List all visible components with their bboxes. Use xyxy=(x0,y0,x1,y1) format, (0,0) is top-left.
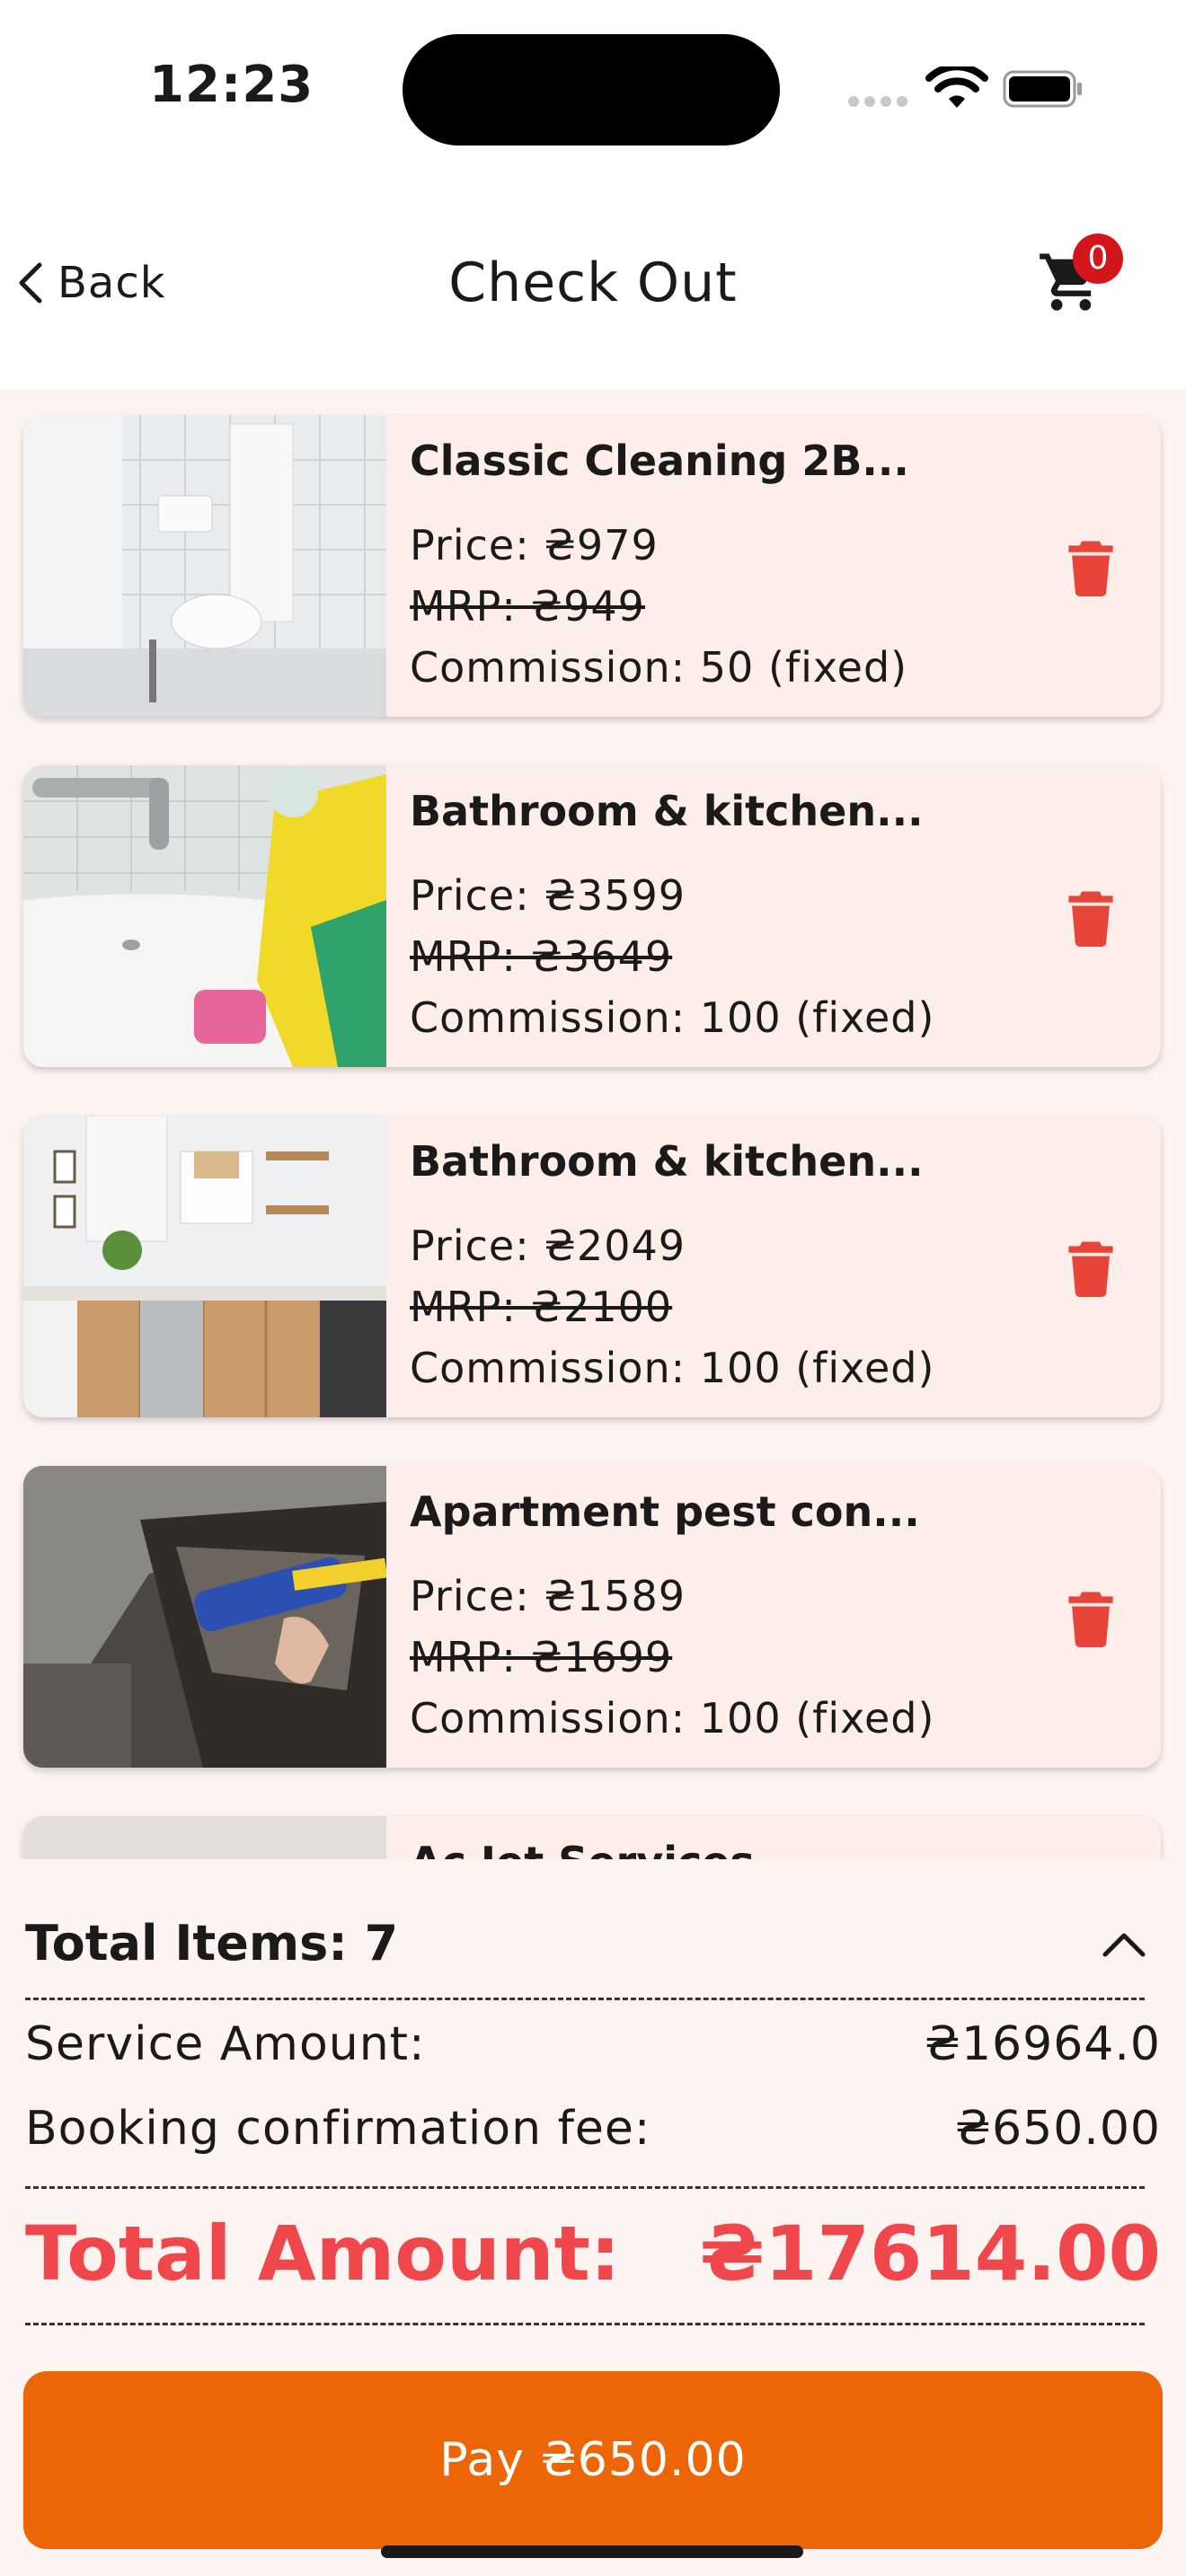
service-image-bathroom xyxy=(23,415,386,717)
divider xyxy=(25,2323,1145,2325)
delete-icon[interactable] xyxy=(1064,1239,1118,1297)
service-image-pest-control xyxy=(23,1466,386,1768)
item-price: Price: ₴979 xyxy=(410,521,659,569)
item-title: Bathroom & kitchen... xyxy=(410,1137,924,1186)
cart-item-list[interactable]: Classic Cleaning 2B... Price: ₴979 MRP: … xyxy=(0,390,1186,1863)
order-summary-panel: Total Items: 7 Service Amount: ₴16964.0 … xyxy=(0,1859,1186,2576)
item-price: Price: ₴2049 xyxy=(410,1222,686,1270)
item-title: Bathroom & kitchen... xyxy=(410,787,924,835)
item-mrp: MRP: ₴2100 xyxy=(410,1283,673,1331)
pay-button[interactable]: Pay ₴650.00 xyxy=(23,2371,1163,2549)
cart-item-card[interactable]: Bathroom & kitchen... Price: ₴3599 MRP: … xyxy=(23,765,1161,1067)
status-time: 12:23 xyxy=(149,56,314,114)
item-mrp: MRP: ₴1699 xyxy=(410,1633,673,1681)
wifi-icon xyxy=(925,66,988,108)
cellular-signal-icon xyxy=(848,93,913,110)
home-indicator xyxy=(381,2545,803,2558)
status-bar: 12:23 xyxy=(0,0,1186,180)
chevron-up-icon[interactable] xyxy=(1100,1929,1148,1960)
item-price: Price: ₴3599 xyxy=(410,871,686,920)
item-commission: Commission: 100 (fixed) xyxy=(410,1694,935,1742)
total-items-label: Total Items: 7 xyxy=(25,1915,399,1972)
battery-icon xyxy=(1003,70,1082,108)
service-image-kitchen xyxy=(23,1116,386,1417)
booking-fee-label: Booking confirmation fee: xyxy=(25,2102,651,2156)
item-commission: Commission: 50 (fixed) xyxy=(410,643,908,692)
divider xyxy=(25,2186,1145,2189)
service-image-ac xyxy=(23,1816,386,1863)
item-title: Apartment pest con... xyxy=(410,1487,920,1536)
cart-item-card[interactable]: Apartment pest con... Price: ₴1589 MRP: … xyxy=(23,1466,1161,1768)
cart-count-badge: 0 xyxy=(1073,234,1123,284)
booking-fee-value: ₴650.00 xyxy=(954,2102,1161,2156)
item-commission: Commission: 100 (fixed) xyxy=(410,1344,935,1392)
item-mrp: MRP: ₴3649 xyxy=(410,932,673,981)
divider xyxy=(25,1998,1145,2000)
app-header: Back Check Out 0 xyxy=(0,225,1186,341)
cart-item-card[interactable]: Classic Cleaning 2B... Price: ₴979 MRP: … xyxy=(23,415,1161,717)
total-amount-value: ₴17614.00 xyxy=(699,2210,1161,2298)
cart-item-card[interactable]: Ac Jet Services xyxy=(23,1816,1161,1863)
page-title: Check Out xyxy=(448,251,738,314)
item-title: Classic Cleaning 2B... xyxy=(410,437,909,485)
cart-item-card[interactable]: Bathroom & kitchen... Price: ₴2049 MRP: … xyxy=(23,1116,1161,1417)
service-amount-label: Service Amount: xyxy=(25,2017,426,2071)
delete-icon[interactable] xyxy=(1064,889,1118,947)
delete-icon[interactable] xyxy=(1064,1590,1118,1647)
item-mrp: MRP: ₴949 xyxy=(410,582,645,631)
delete-icon[interactable] xyxy=(1064,539,1118,596)
service-amount-value: ₴16964.0 xyxy=(924,2017,1161,2071)
total-amount-label: Total Amount: xyxy=(25,2210,621,2298)
item-commission: Commission: 100 (fixed) xyxy=(410,993,935,1042)
dynamic-island xyxy=(403,34,780,146)
item-price: Price: ₴1589 xyxy=(410,1572,686,1620)
service-image-sink-cleaning xyxy=(23,765,386,1067)
